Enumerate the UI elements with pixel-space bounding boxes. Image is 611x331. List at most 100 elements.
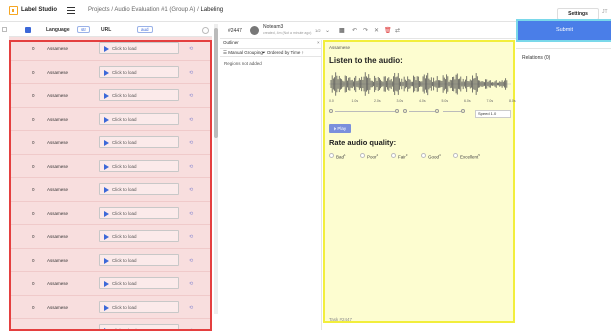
zoom-slider[interactable] (335, 111, 395, 112)
annotator-name[interactable]: Noteam3 (263, 24, 283, 30)
table-row[interactable]: 0 Assamese Click to load ⟲ (9, 178, 212, 202)
breadcrumb-projects[interactable]: Projects (88, 7, 110, 13)
column-header-url[interactable]: URL (101, 27, 111, 33)
row-language: Assamese (47, 257, 69, 263)
audio-load-button[interactable]: Click to load (99, 253, 179, 266)
volume-down-icon[interactable] (403, 109, 407, 113)
row-action-icon[interactable]: ⟲ (189, 164, 193, 170)
trash-icon[interactable]: 🗑 (384, 27, 392, 34)
table-row[interactable]: 0 Assamese Click to load ⟲ (9, 272, 212, 296)
table-row[interactable]: 0 Assamese Click to load ⟲ (9, 61, 212, 84)
audio-load-button[interactable]: Click to load (99, 183, 179, 195)
relations-header[interactable]: Relations (0) (522, 55, 550, 61)
playback-slider[interactable] (443, 111, 461, 112)
zoom-out-icon[interactable] (329, 109, 333, 113)
task-id: #2447 (228, 28, 242, 34)
breadcrumb: Projects / Audio Evaluation #1 (Group A)… (88, 7, 223, 13)
radio-icon[interactable] (329, 153, 334, 158)
task-footer: Task #2447 (329, 317, 353, 322)
select-all-checkbox[interactable] (2, 27, 7, 32)
table-row[interactable]: 0 Assamese Click to load ⟲ (9, 84, 212, 108)
radio-icon[interactable] (360, 153, 365, 158)
table-row[interactable]: 0 Assamese Click to load ⟲ (9, 225, 212, 249)
grid-icon[interactable]: ▦ (339, 27, 345, 34)
audio-load-label: Click to load (112, 187, 137, 192)
audio-load-label: Click to load (112, 234, 137, 239)
audio-load-button[interactable]: Click to load (99, 300, 179, 313)
time-tick: 8.0s (509, 99, 516, 103)
table-row[interactable]: 0 Assamese Click to load ⟲ (9, 249, 212, 272)
id-column-icon[interactable] (25, 27, 31, 33)
breadcrumb-separator: / (197, 7, 199, 13)
table-scrollbar[interactable] (214, 24, 218, 314)
audio-load-button[interactable]: Click to load (99, 277, 179, 289)
audio-load-button[interactable]: Click to load (99, 65, 179, 78)
row-action-icon[interactable]: ⟲ (189, 305, 193, 311)
audio-load-button[interactable]: Click to load (99, 89, 179, 101)
audio-load-button[interactable]: Click to load (99, 136, 179, 148)
table-row[interactable]: 0 Assamese Click to load ⟲ (9, 131, 212, 155)
audio-load-button[interactable]: Click to load (99, 324, 179, 331)
table-row[interactable]: 0 Assamese Click to load ⟲ (9, 296, 212, 319)
grouping-dropdown[interactable]: ☰ Manual Grouping (223, 50, 263, 56)
table-row[interactable]: 0 Assamese Click to load ⟲ (9, 319, 212, 331)
submit-button[interactable]: Submit (518, 21, 611, 40)
undo-icon[interactable]: ↶ (352, 27, 357, 34)
volume-up-icon[interactable] (461, 109, 465, 113)
grouping-label: Manual Grouping (228, 50, 263, 55)
redo-icon[interactable]: ↷ (363, 27, 368, 34)
table-row[interactable]: 0 Assamese Click to load ⟲ (9, 108, 212, 131)
row-action-icon[interactable]: ⟲ (189, 70, 193, 76)
row-action-icon[interactable]: ⟲ (189, 258, 193, 264)
row-action-icon[interactable]: ⟲ (189, 234, 193, 240)
row-action-icon[interactable]: ⟲ (189, 281, 193, 287)
rate-question: Rate audio quality: (329, 138, 397, 147)
audio-load-button[interactable]: Click to load (99, 159, 179, 172)
row-action-icon[interactable]: ⟲ (189, 140, 193, 146)
close-icon[interactable]: ✕ (374, 27, 379, 34)
breadcrumb-project[interactable]: Audio Evaluation #1 (Group A) (114, 7, 195, 13)
table-rows: 0 Assamese Click to load ⟲ 0 Assamese Click to… (9, 37, 212, 331)
avatar[interactable]: JT (602, 9, 611, 19)
row-action-icon[interactable]: ⟲ (189, 93, 193, 99)
collapse-icon[interactable]: × (317, 40, 320, 45)
audio-load-button[interactable]: Click to load (99, 42, 179, 54)
row-action-icon[interactable]: ⟲ (189, 211, 193, 217)
annotator-subtitle: created, 4m (Not a minute ago) (263, 31, 312, 35)
table-row[interactable]: 0 Assamese Click to load ⟲ (9, 37, 212, 61)
label-studio-logo-icon[interactable] (9, 6, 18, 15)
outliner-title: Outliner (223, 40, 239, 45)
annotation-count[interactable]: 1/2 (315, 28, 321, 33)
time-tick: 1.0s (351, 99, 359, 103)
speed-select[interactable]: Speed 1.0 (475, 110, 511, 118)
hamburger-menu-icon[interactable] (67, 7, 75, 14)
radio-icon[interactable] (391, 153, 396, 158)
time-tick: 6.0s (464, 99, 471, 103)
chevron-down-icon[interactable]: ⌄ (325, 27, 330, 34)
row-action-icon[interactable]: ⟲ (189, 117, 193, 123)
volume-slider[interactable] (409, 111, 435, 112)
radio-icon[interactable] (453, 153, 458, 158)
ordering-dropdown[interactable]: ⏷ Ordered by Time ↑ (262, 50, 304, 55)
audio-load-button[interactable]: Click to load (99, 206, 179, 219)
play-icon (104, 304, 109, 311)
row-action-icon[interactable]: ⟲ (189, 46, 193, 52)
play-icon (104, 210, 109, 217)
zoom-in-icon[interactable] (395, 109, 399, 113)
audio-load-button[interactable]: Click to load (99, 230, 179, 242)
table-row[interactable]: 0 Assamese Click to load ⟲ (9, 155, 212, 178)
labeling-interface: Assamese Listen to the audio: 0.0 1.0s 2.0… (323, 40, 516, 323)
row-language: Assamese (47, 69, 69, 75)
breadcrumb-current: Labeling (200, 7, 224, 13)
volume-icon[interactable] (435, 109, 439, 113)
row-action-icon[interactable]: ⟲ (189, 187, 193, 193)
table-settings-icon[interactable] (202, 27, 209, 34)
app-title: Label Studio (21, 7, 57, 13)
table-row[interactable]: 0 Assamese Click to load ⟲ (9, 202, 212, 225)
column-header-language[interactable]: Language (46, 27, 70, 33)
play-button[interactable]: ⏵ Play (329, 124, 351, 133)
settings-sliders-icon[interactable]: ⇄ (395, 27, 400, 34)
radio-icon[interactable] (421, 153, 426, 158)
audio-load-button[interactable]: Click to load (99, 112, 179, 125)
row-id: 0 (32, 69, 35, 75)
